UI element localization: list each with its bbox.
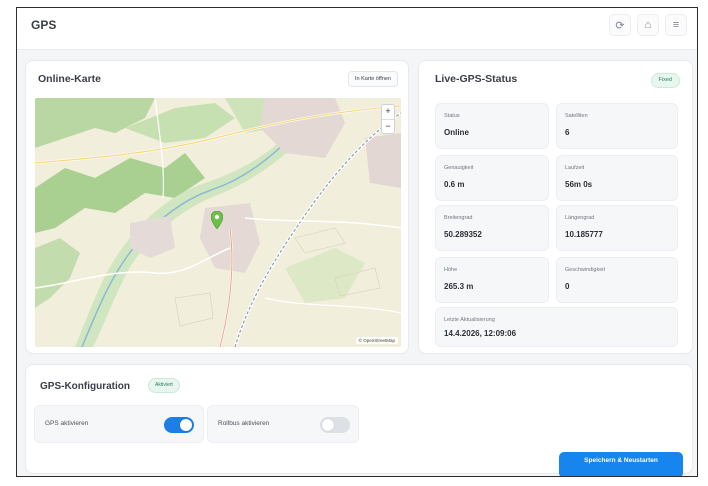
rollbus-toggle-row: Rollbus aktivieren bbox=[207, 405, 359, 443]
top-bar: GPS ⟳ ⌂ ≡ bbox=[17, 8, 697, 50]
tile-value: 14.4.2026, 12:09:06 bbox=[444, 329, 517, 338]
speed-tile: Geschwindigkeit 0 bbox=[556, 257, 678, 303]
map-card: Online-Karte In Karte öffnen + − © OpenS… bbox=[25, 60, 409, 354]
gps-status-card: Live-GPS-Status Fixed Status Online Sate… bbox=[418, 60, 693, 354]
tile-value: Online bbox=[444, 128, 469, 137]
accuracy-tile: Genauigkeit 0.6 m bbox=[435, 155, 549, 201]
tile-label: Status bbox=[444, 113, 460, 119]
tile-label: Geschwindigkeit bbox=[565, 267, 606, 273]
zoom-in-button[interactable]: + bbox=[382, 105, 394, 120]
tile-value: 50.289352 bbox=[444, 230, 482, 239]
app-window: GPS ⟳ ⌂ ≡ Online-Karte In Karte öffnen +… bbox=[16, 7, 698, 477]
map-view[interactable]: + − © OpenStreetMap bbox=[35, 98, 401, 347]
toggle-knob bbox=[180, 419, 192, 431]
top-actions: ⟳ ⌂ ≡ bbox=[609, 14, 687, 36]
location-pin-icon[interactable] bbox=[211, 211, 223, 229]
rollbus-toggle-label: Rollbus aktivieren bbox=[218, 420, 270, 427]
tile-value: 0 bbox=[565, 282, 570, 291]
refresh-icon[interactable]: ⟳ bbox=[609, 14, 631, 36]
tile-label: Längengrad bbox=[565, 215, 595, 221]
latitude-tile: Breitengrad 50.289352 bbox=[435, 205, 549, 251]
map-card-title: Online-Karte bbox=[38, 73, 102, 85]
altitude-tile: Höhe 265.3 m bbox=[435, 257, 549, 303]
tile-value: 0.6 m bbox=[444, 180, 465, 189]
tile-value: 265.3 m bbox=[444, 282, 474, 291]
open-map-button[interactable]: In Karte öffnen bbox=[348, 71, 398, 87]
tile-value: 6 bbox=[565, 128, 570, 137]
longitude-tile: Längengrad 10.185777 bbox=[556, 205, 678, 251]
config-status-badge: Aktiviert bbox=[148, 378, 180, 393]
tile-value: 56m 0s bbox=[565, 180, 593, 189]
rollbus-enable-toggle[interactable] bbox=[320, 417, 350, 433]
map-attribution[interactable]: © OpenStreetMap bbox=[355, 337, 398, 344]
gps-enable-toggle[interactable] bbox=[164, 417, 194, 433]
home-icon[interactable]: ⌂ bbox=[637, 14, 659, 36]
config-card-title: GPS-Konfiguration bbox=[40, 381, 130, 392]
last-update-tile: Letzte Aktualisierung 14.4.2026, 12:09:0… bbox=[435, 307, 678, 347]
status-card-title: Live-GPS-Status bbox=[435, 73, 518, 85]
gps-toggle-label: GPS aktivieren bbox=[45, 420, 89, 427]
tile-label: Satelliten bbox=[565, 113, 588, 119]
fix-status-badge: Fixed bbox=[650, 73, 680, 88]
satellites-tile: Satelliten 6 bbox=[556, 103, 678, 149]
tile-label: Breitengrad bbox=[444, 215, 473, 221]
save-restart-button[interactable]: Speichern & Neustarten bbox=[559, 452, 683, 476]
duration-tile: Laufzeit 56m 0s bbox=[556, 155, 678, 201]
tile-label: Letzte Aktualisierung bbox=[444, 317, 495, 323]
page-title: GPS bbox=[31, 18, 57, 32]
zoom-control: + − bbox=[381, 104, 395, 134]
tile-label: Höhe bbox=[444, 267, 458, 273]
menu-icon[interactable]: ≡ bbox=[665, 14, 687, 36]
zoom-out-button[interactable]: − bbox=[382, 120, 394, 134]
toggle-knob bbox=[322, 419, 334, 431]
tile-label: Genauigkeit bbox=[444, 165, 474, 171]
tile-label: Laufzeit bbox=[565, 165, 585, 171]
tile-value: 10.185777 bbox=[565, 230, 603, 239]
gps-toggle-row: GPS aktivieren bbox=[34, 405, 204, 443]
status-tile: Status Online bbox=[435, 103, 549, 149]
